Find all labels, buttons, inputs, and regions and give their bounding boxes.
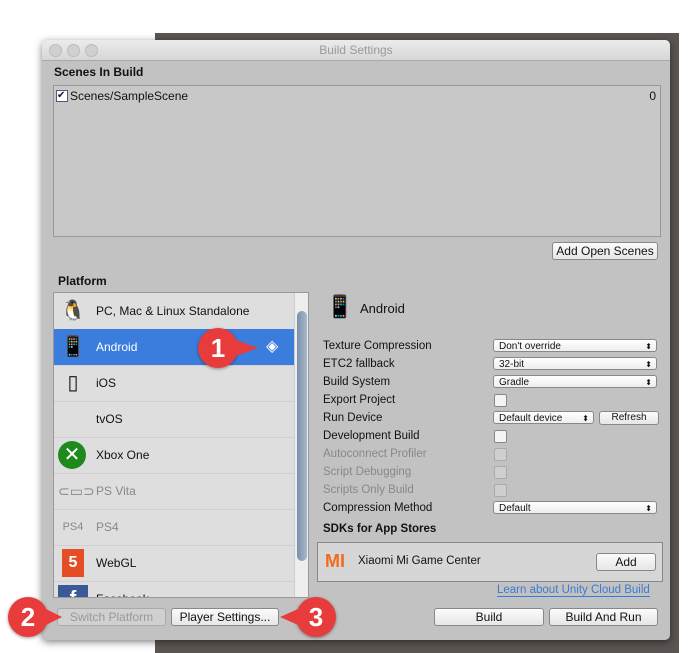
apple-tv-icon (58, 405, 88, 433)
sdk-row: MI Xiaomi Mi Game Center Add (317, 542, 663, 582)
callout-2: 2 (8, 597, 48, 637)
platform-item-android[interactable]: 📱 Android ◈ (54, 329, 294, 366)
label: Build System (323, 376, 391, 388)
add-open-scenes-button[interactable]: Add Open Scenes (552, 242, 658, 260)
platform-label: Android (96, 340, 138, 354)
cloud-build-link[interactable]: Learn about Unity Cloud Build (497, 584, 650, 597)
close-button[interactable] (49, 44, 62, 57)
label: Export Project (323, 394, 396, 406)
unity-icon: ◈ (266, 338, 279, 355)
autoconnect-profiler-checkbox[interactable] (494, 448, 507, 461)
facebook-icon: f (58, 585, 88, 597)
build-settings-window: Build Settings Scenes In Build ✔ Scenes/… (42, 40, 670, 640)
platform-item-ios[interactable]: ▯ iOS (54, 365, 294, 402)
callout-3: 3 (296, 597, 336, 637)
callout-pointer (280, 609, 298, 625)
scene-name: Scenes/SampleScene (70, 89, 189, 103)
scrollbar-thumb[interactable] (297, 311, 307, 561)
scene-row[interactable]: ✔ Scenes/SampleScene 0 (56, 88, 656, 104)
android-icon: 📱 (60, 336, 86, 358)
build-system-dropdown[interactable]: Gradle (493, 375, 657, 389)
platform-item-pc[interactable]: 🐧 PC, Mac & Linux Standalone (54, 293, 294, 330)
platform-item-xbox[interactable]: ✕ Xbox One (54, 437, 294, 474)
label: Scripts Only Build (323, 484, 414, 496)
build-button[interactable]: Build (434, 608, 544, 626)
pc-mac-linux-icon: 🐧 (60, 300, 86, 322)
callout-1: 1 (198, 328, 238, 368)
callout-pointer (46, 609, 62, 625)
platform-item-ps-vita[interactable]: ⊂▭⊃ PS Vita (54, 473, 294, 510)
platform-label: PS Vita (96, 484, 136, 498)
platform-label: Facebook (96, 581, 149, 597)
scenes-heading: Scenes In Build (54, 65, 144, 79)
label: Compression Method (323, 502, 433, 514)
platform-label: Xbox One (96, 448, 150, 462)
scripts-only-build-checkbox[interactable] (494, 484, 507, 497)
label: Script Debugging (323, 466, 412, 478)
scene-checkbox[interactable]: ✔ (56, 90, 68, 102)
build-and-run-button[interactable]: Build And Run (549, 608, 658, 626)
platform-label: iOS (96, 376, 117, 390)
sdks-heading: SDKs for App Stores (323, 523, 437, 535)
platform-item-facebook[interactable]: f Facebook (54, 581, 294, 597)
platform-label: WebGL (96, 556, 137, 570)
zoom-button[interactable] (85, 44, 98, 57)
scene-index: 0 (649, 89, 656, 103)
platform-item-tvos[interactable]: tvOS (54, 401, 294, 438)
development-build-checkbox[interactable] (494, 430, 507, 443)
etc2-fallback-dropdown[interactable]: 32-bit (493, 357, 657, 371)
platform-heading: Platform (58, 274, 107, 288)
sdk-name: Xiaomi Mi Game Center (358, 555, 481, 567)
compression-method-dropdown[interactable]: Default (493, 501, 657, 515)
label: Development Build (323, 430, 420, 442)
platform-label: PS4 (96, 520, 119, 534)
android-icon: 📱 (326, 294, 354, 319)
label: ETC2 fallback (323, 358, 395, 370)
export-project-checkbox[interactable] (494, 394, 507, 407)
callout-pointer (236, 340, 258, 356)
label: Autoconnect Profiler (323, 448, 427, 460)
platform-list[interactable]: 🐧 PC, Mac & Linux Standalone 📱 Android ◈ ▯ i… (53, 292, 309, 598)
script-debugging-checkbox[interactable] (494, 466, 507, 479)
player-settings-button[interactable]: Player Settings... (171, 608, 279, 626)
label: Run Device (323, 412, 383, 424)
ios-icon: ▯ (67, 372, 79, 394)
platform-item-webgl[interactable]: 5 WebGL (54, 545, 294, 582)
xbox-icon: ✕ (58, 441, 86, 469)
title-bar: Build Settings (42, 40, 670, 61)
xiaomi-icon: MI (325, 551, 345, 571)
platform-label: tvOS (96, 412, 123, 426)
html5-icon: 5 (62, 549, 84, 577)
settings-title: Android (360, 301, 405, 316)
platform-label: PC, Mac & Linux Standalone (96, 304, 250, 318)
ps-vita-icon: ⊂▭⊃ (58, 483, 95, 499)
platform-item-ps4[interactable]: PS4 PS4 (54, 509, 294, 546)
window-title: Build Settings (319, 43, 393, 57)
texture-compression-dropdown[interactable]: Don't override (493, 339, 657, 353)
platform-scrollbar[interactable] (294, 293, 308, 597)
switch-platform-button[interactable]: Switch Platform (57, 608, 166, 626)
scenes-list[interactable]: ✔ Scenes/SampleScene 0 (53, 85, 661, 237)
add-sdk-button[interactable]: Add (596, 553, 656, 571)
label: Texture Compression (323, 340, 432, 352)
run-device-dropdown[interactable]: Default device (493, 411, 594, 425)
refresh-button[interactable]: Refresh (599, 411, 659, 425)
ps4-icon: PS4 (62, 521, 84, 533)
minimize-button[interactable] (67, 44, 80, 57)
